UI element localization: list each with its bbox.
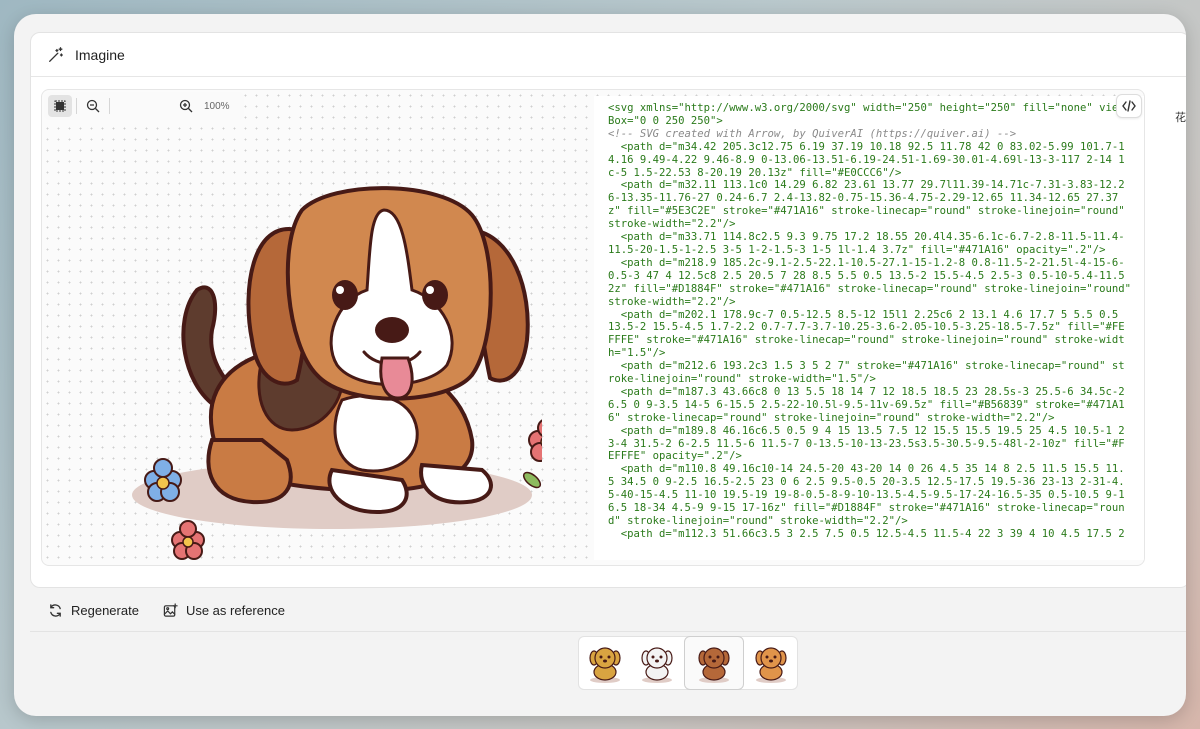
blue-flower-left	[144, 458, 182, 502]
toolbar-divider	[76, 98, 77, 114]
white-puppy-icon	[641, 647, 673, 683]
refresh-icon	[50, 604, 61, 617]
code-line: stroke-width="2.2"/>	[608, 218, 736, 231]
action-bar: Regenerate Use as reference	[30, 590, 1186, 632]
regenerate-label: Regenerate	[71, 603, 139, 618]
thumbnail-golden-puppy[interactable]	[580, 638, 630, 688]
code-line: <path d="m110.8 49.16c10-14 24.5-20 43-2…	[608, 463, 1125, 476]
code-line: 5-40-15-4.5 11-10 19.5-19 19-8-0.5-8-9-1…	[608, 489, 1125, 502]
dog-tongue	[379, 356, 414, 400]
code-line: d" stroke-linejoin="round" stroke-width=…	[608, 515, 908, 527]
zoom-out-button[interactable]	[81, 95, 105, 117]
code-line: 0.5-3 47 4 12.5c8 2.5 20.5 7 28 8.5 5.5 …	[608, 269, 1125, 282]
dog-nose	[375, 317, 409, 343]
thumbnail-beagle-puppy[interactable]	[684, 636, 744, 690]
canvas-toolbar: 100%	[44, 92, 244, 120]
code-line: c-5 1.5-22.53 8-20.19 20.13z" fill="#E0C…	[608, 166, 902, 179]
code-line: <path d="m112.3 51.66c3.5 3 2.5 7.5 0.5 …	[608, 527, 1125, 540]
code-line: FFFE" stroke="#471A16" stroke-linecap="r…	[608, 334, 1125, 347]
code-line: <path d="m187.3 43.66c8 0 13 5.5 18 14 7…	[608, 385, 1125, 398]
code-line: <svg xmlns="http://www.w3.org/2000/svg" …	[608, 102, 1125, 114]
dog-chest	[333, 393, 419, 473]
beagle-puppy-icon	[698, 647, 730, 683]
panel-header: Imagine	[31, 33, 1186, 77]
code-line: 13.5-2 15.5-4.5 1.7-2.2 0.7-7.7-3.7-10.2…	[608, 321, 1125, 334]
zoom-out-icon	[86, 99, 100, 113]
golden-puppy-icon	[589, 647, 621, 683]
code-line: Box="0 0 250 250">	[608, 114, 723, 127]
page-title: Imagine	[75, 46, 125, 63]
code-line: 2z" fill="#D1884F" stroke="#471A16" stro…	[608, 282, 1131, 295]
dog-eye-right	[422, 280, 448, 310]
code-line: <path d="m34.42 205.3c12.75 6.19 37.19 1…	[608, 140, 1125, 153]
code-line: 6.5 0 9-3.5 14-5 6-15.5 2.5-22-10.5l-9.5…	[608, 398, 1125, 411]
code-brackets-icon	[1122, 100, 1136, 112]
preview-canvas[interactable]: 100% <svg xmlns="http://www.w3.org/2000/…	[41, 89, 1145, 566]
thumbnail-white-puppy[interactable]	[632, 638, 682, 688]
code-line: z" fill="#5E3C2E" stroke="#471A16" strok…	[608, 205, 1125, 218]
app-window: Imagine 100% <svg xmlns="http://www.w3.o…	[14, 14, 1186, 716]
code-line: 11.5-20-1.5-1-2.5 3-5 1-2-1.5-3 1-5 1l-1…	[608, 243, 1106, 256]
imagine-panel: Imagine 100% <svg xmlns="http://www.w3.o…	[30, 32, 1186, 588]
beagle-puppy-illustration	[132, 186, 542, 560]
use-reference-label: Use as reference	[185, 603, 285, 618]
code-line: 5 34.5 0 9-2.5 16.5-2.5 23 0 6 2.5 9.5-0…	[608, 476, 1125, 489]
magic-wand-icon	[49, 46, 63, 62]
code-line: <!-- SVG created with Arrow, by QuiverAI…	[608, 127, 1017, 140]
side-label: 花	[1175, 112, 1186, 124]
code-line: EFFFE" opacity=".2"/>	[608, 450, 742, 463]
frame-icon	[54, 100, 66, 112]
code-line: <path d="m32.11 113.1c0 14.29 6.82 23.61…	[608, 179, 1125, 192]
code-line: <path d="m33.71 114.8c2.5 9.3 9.75 17.2 …	[608, 231, 1125, 244]
code-line: <path d="m202.1 178.9c-7 0.5-12.5 8.5-12…	[608, 308, 1119, 321]
code-line: stroke-width="2.2"/>	[608, 295, 736, 308]
code-line: <path d="m189.8 46.16c6.5 0.5 9 4 15 13.…	[608, 424, 1125, 437]
thumbnail-corgi-puppy[interactable]	[746, 638, 796, 688]
red-flower-left	[171, 520, 205, 560]
code-line: 6" stroke-linecap="round" stroke-linejoi…	[608, 411, 1055, 424]
zoom-in-icon	[179, 99, 193, 113]
svg-code-view[interactable]: <svg xmlns="http://www.w3.org/2000/svg" …	[594, 96, 1144, 560]
code-line: roke-linejoin="round" stroke-width="1.5"…	[608, 373, 876, 386]
code-line: h="1.5"/>	[608, 347, 666, 360]
code-line: 6.5 18-34 4.5-9 9-15 17-16z" fill="#D188…	[608, 502, 1125, 515]
fit-view-button[interactable]	[48, 95, 72, 117]
code-line: 6-13.35-11.76-27 0.24-6.7 2.4-13.82-0.75…	[608, 192, 1119, 205]
toolbar-divider	[109, 98, 110, 114]
regenerate-button[interactable]: Regenerate	[48, 603, 139, 618]
zoom-level: 100%	[204, 100, 230, 112]
variant-thumbnails	[578, 636, 798, 690]
zoom-in-button[interactable]	[174, 95, 198, 117]
dog-eye-left	[332, 280, 358, 310]
use-as-reference-button[interactable]: Use as reference	[163, 603, 285, 618]
code-line: 3-4 31.5-2 6-2.5 11.5-6 11.5-7 0-13.5-10…	[608, 437, 1125, 450]
image-plus-icon	[163, 603, 178, 617]
code-line: 4.16 9.49-4.22 9.46-8.9 0-13.06-13.51-6.…	[608, 153, 1125, 166]
code-line: <path d="m218.9 185.2c-9.1-2.5-22.1-10.5…	[608, 256, 1125, 269]
code-line: <path d="m212.6 193.2c3 1.5 3 5 2 7" str…	[608, 360, 1125, 373]
corgi-puppy-icon	[755, 647, 787, 683]
code-toggle-button[interactable]	[1116, 94, 1142, 118]
